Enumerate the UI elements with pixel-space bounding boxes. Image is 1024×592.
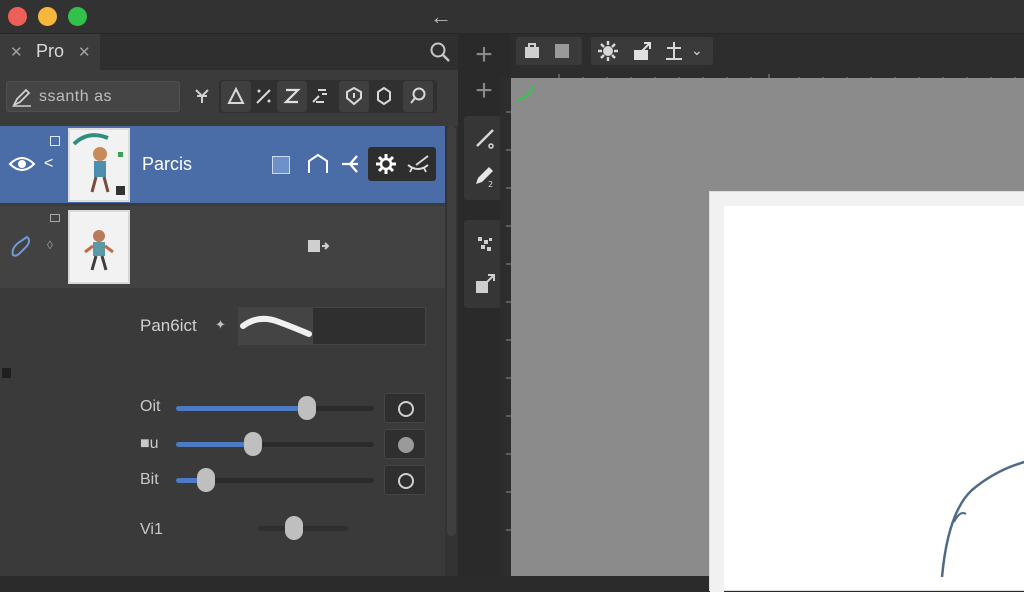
brush-stroke-preview	[239, 308, 313, 344]
pin-icon[interactable]	[187, 81, 217, 112]
layer-name-field[interactable]: ssanth as	[6, 81, 180, 112]
panel-tab-bar: ✕ Pro ✕	[0, 34, 458, 70]
title-bar: ←	[0, 0, 1024, 34]
layer-toolbar: ssanth as	[0, 78, 458, 114]
eye-icon[interactable]	[8, 154, 36, 174]
add-icon[interactable]: +	[468, 40, 500, 72]
layer-checkbox[interactable]	[50, 136, 60, 146]
diamond-toggle-icon[interactable]: ✦	[215, 317, 226, 333]
diamond-icon[interactable]: ◊	[47, 238, 53, 252]
shield-icon[interactable]	[339, 81, 369, 112]
layer-row-selected[interactable]: < Parcis	[0, 126, 445, 203]
slider-knob[interactable]	[285, 516, 303, 540]
svg-text:2: 2	[488, 180, 493, 188]
gear-icon[interactable]	[597, 40, 619, 62]
panel-scrollbar[interactable]	[445, 126, 458, 576]
slider-label: Vi1	[140, 521, 163, 538]
canvas-tool-group	[516, 37, 582, 65]
arrow-left-icon[interactable]: ←	[428, 4, 454, 30]
minimize-window-button[interactable]	[38, 7, 57, 26]
add-icon[interactable]: +	[468, 76, 500, 108]
square-icon[interactable]	[553, 42, 571, 60]
tab-close-icon[interactable]: ✕	[10, 43, 23, 61]
slider-knob[interactable]	[244, 432, 262, 456]
slider-knob[interactable]	[298, 396, 316, 420]
slider-toggle-button[interactable]	[384, 429, 426, 459]
filled-circle-icon	[398, 437, 414, 453]
refresh-shape-icon[interactable]	[369, 81, 399, 112]
layer-name-value: ssanth as	[39, 88, 112, 105]
eye-closed-icon[interactable]	[406, 153, 430, 175]
brush-settings: Pan6ict ✦ Oit ■u Bit Vi1	[0, 290, 445, 576]
chevron-down-icon[interactable]: ⌄	[691, 42, 707, 60]
lasso-icon[interactable]	[403, 81, 433, 112]
transform-arrow-icon[interactable]	[473, 272, 497, 296]
pencil-icon[interactable]: 2	[473, 164, 497, 189]
slider-label: Oit	[140, 398, 161, 415]
tab-close-icon[interactable]: ✕	[78, 43, 91, 61]
close-window-button[interactable]	[8, 7, 27, 26]
magic-wand-icon[interactable]	[249, 81, 279, 112]
brush-slider-4[interactable]	[258, 516, 348, 540]
rotation-indicator-icon	[513, 80, 539, 106]
z-order-icon[interactable]	[277, 81, 307, 112]
slider-toggle-button[interactable]	[384, 393, 426, 423]
brush-slider-3[interactable]	[176, 468, 374, 492]
collapse-handle-icon[interactable]	[2, 368, 11, 378]
slider-knob[interactable]	[197, 468, 215, 492]
layers-panel: ✕ Pro ✕ ssanth as < Parcis ◊ Pan6ict ✦ O…	[0, 34, 458, 576]
slider-label: ■u	[140, 435, 159, 452]
gear-icon[interactable]	[374, 152, 398, 176]
layer-mask-icon[interactable]	[272, 156, 290, 174]
vertical-ruler	[500, 78, 511, 576]
pen-edit-icon	[11, 86, 33, 108]
tab-label: Pro	[36, 41, 65, 61]
bag-icon[interactable]	[523, 42, 541, 60]
brush-icon[interactable]	[473, 126, 497, 150]
slider-toggle-button[interactable]	[384, 465, 426, 495]
layer-row[interactable]: ◊	[0, 206, 445, 288]
brush-slider-2[interactable]	[176, 432, 374, 456]
layer-effect-group	[368, 147, 436, 181]
canvas-toolbar: ⌄	[511, 34, 1024, 68]
slider-label: Bit	[140, 471, 159, 488]
bell-lock-icon[interactable]	[221, 81, 251, 112]
brush-preview[interactable]	[238, 307, 426, 345]
zoom-window-button[interactable]	[68, 7, 87, 26]
layer-thumbnail	[68, 210, 130, 284]
brush-name-label: Pan6ict	[140, 316, 197, 335]
export-icon[interactable]	[631, 40, 653, 62]
drawing-canvas[interactable]	[511, 78, 1024, 592]
layer-export-icon[interactable]	[306, 268, 330, 288]
horizontal-ruler	[511, 68, 1024, 81]
chevron-left-icon[interactable]: <	[44, 155, 53, 173]
sparkle-icon[interactable]	[473, 232, 497, 256]
slider-fill	[176, 442, 253, 447]
canvas-tool-group: ⌄	[591, 37, 713, 65]
circle-icon	[398, 473, 414, 489]
circle-icon	[398, 401, 414, 417]
layer-thumbnail	[68, 128, 130, 202]
clipping-icon[interactable]	[306, 152, 330, 176]
scrollbar-thumb[interactable]	[447, 126, 456, 536]
layer-checkbox[interactable]	[50, 214, 60, 222]
paper-sheet[interactable]	[709, 191, 1024, 592]
brush-slider-1[interactable]	[176, 396, 374, 420]
brush-link-icon[interactable]	[8, 234, 34, 260]
layer-name: Parcis	[142, 154, 193, 174]
tab-pro[interactable]: ✕ Pro ✕	[0, 34, 100, 70]
anchor-icon[interactable]	[663, 40, 685, 62]
search-icon[interactable]	[428, 40, 452, 64]
share-branch-icon[interactable]	[338, 152, 362, 176]
slider-fill	[176, 406, 307, 411]
layer-move-icon[interactable]	[306, 236, 330, 256]
grid-transform-icon[interactable]	[305, 81, 335, 112]
layer-tool-group	[219, 80, 437, 113]
